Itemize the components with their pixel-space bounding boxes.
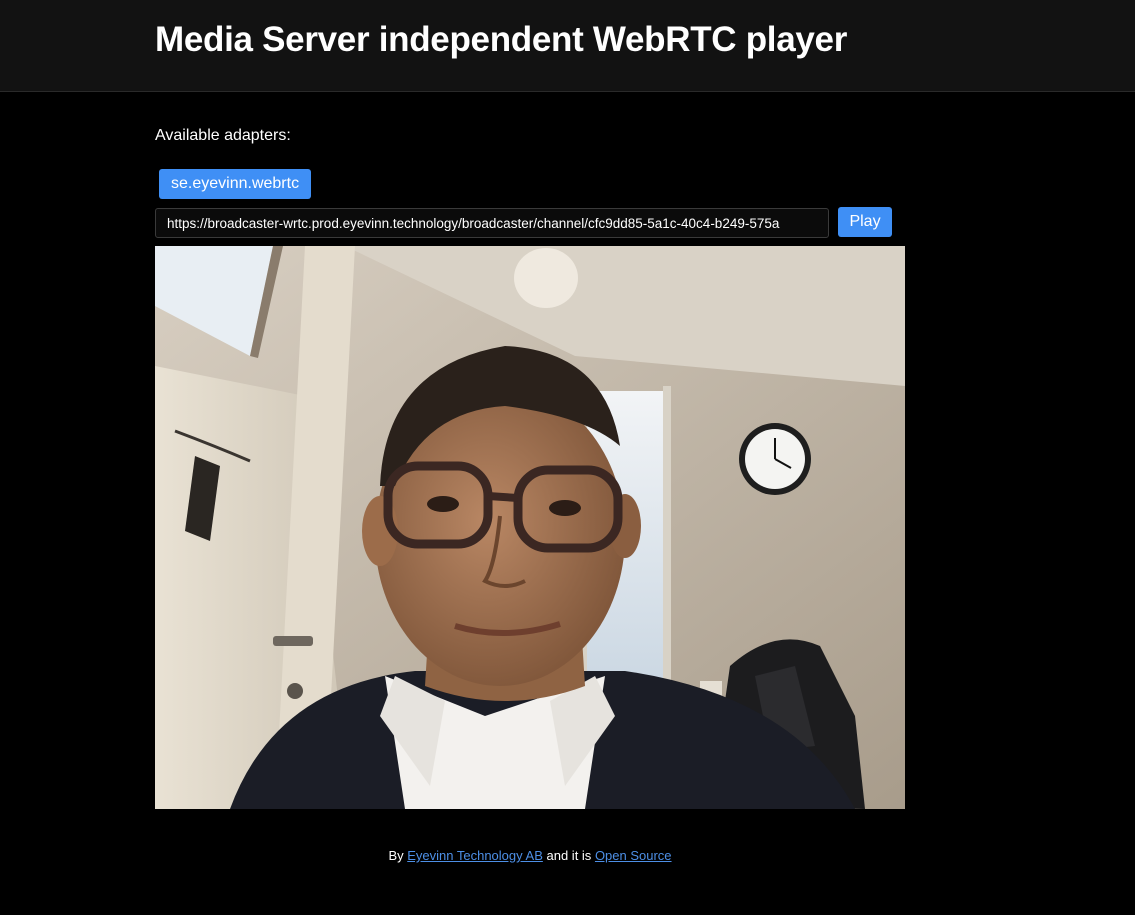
page-header: Media Server independent WebRTC player bbox=[0, 0, 1135, 92]
video-player[interactable] bbox=[155, 246, 905, 809]
play-button[interactable]: Play bbox=[838, 207, 892, 237]
footer: By Eyevinn Technology AB and it is Open … bbox=[0, 848, 1060, 863]
open-source-link[interactable]: Open Source bbox=[595, 848, 672, 863]
page-title: Media Server independent WebRTC player bbox=[155, 20, 848, 59]
footer-prefix: By bbox=[388, 848, 404, 863]
footer-middle: and it is bbox=[546, 848, 592, 863]
adapters-label: Available adapters: bbox=[155, 127, 291, 144]
channel-url-input[interactable] bbox=[155, 208, 829, 238]
eyevinn-link[interactable]: Eyevinn Technology AB bbox=[407, 848, 543, 863]
video-frame bbox=[155, 246, 905, 809]
adapter-button-se-eyevinn-webrtc[interactable]: se.eyevinn.webrtc bbox=[159, 169, 312, 199]
